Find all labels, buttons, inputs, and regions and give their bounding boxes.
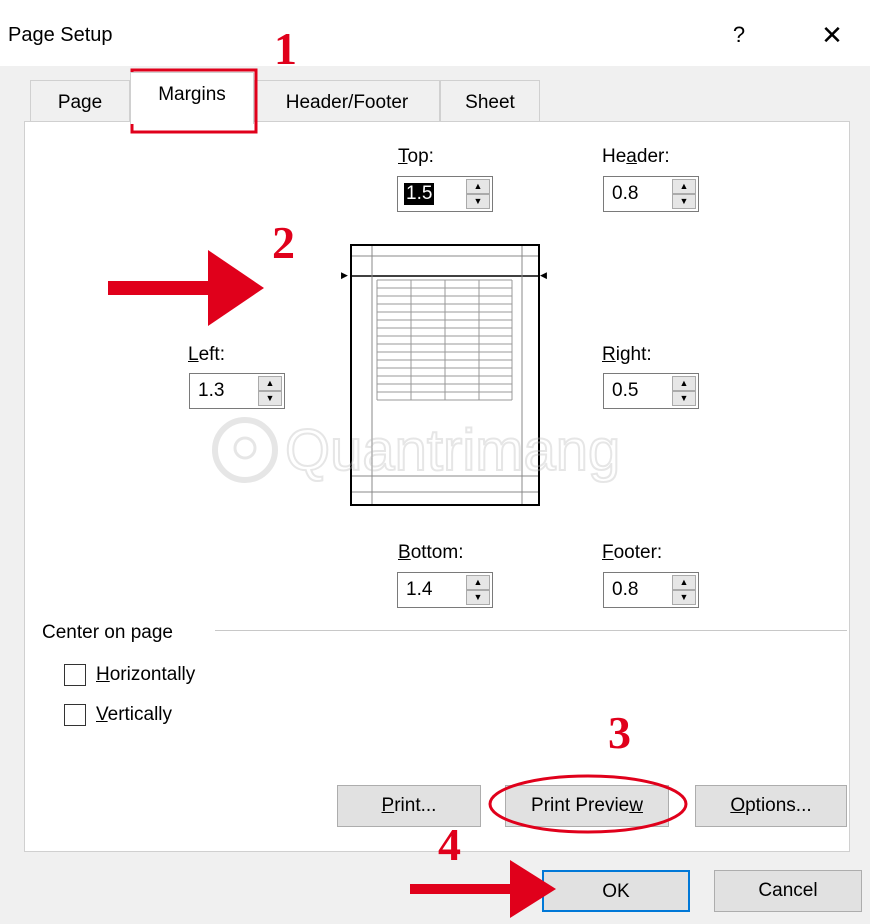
spin-down-icon[interactable]: ▼: [466, 590, 490, 605]
spin-up-icon[interactable]: ▲: [258, 376, 282, 391]
header-margin-value[interactable]: 0.8: [612, 183, 638, 205]
tab-page[interactable]: Page: [30, 80, 130, 122]
top-label: Top:: [398, 146, 434, 167]
page-preview: [350, 244, 540, 506]
options-button[interactable]: Options...: [695, 785, 847, 827]
margin-marker-right-icon: ◀: [540, 270, 547, 280]
spin-up-icon[interactable]: ▲: [672, 179, 696, 194]
title-bar: Page Setup ? ✕: [0, 0, 870, 66]
tab-header-footer-label: Header/Footer: [285, 92, 409, 113]
arrow-icon-4: [410, 860, 556, 918]
help-button[interactable]: ?: [722, 18, 756, 52]
tab-header-footer[interactable]: Header/Footer: [254, 80, 440, 122]
spin-down-icon[interactable]: ▼: [672, 590, 696, 605]
bottom-margin-value[interactable]: 1.4: [406, 579, 432, 601]
top-margin-value[interactable]: 1.5: [404, 183, 435, 205]
group-divider: [215, 630, 847, 631]
tab-sheet[interactable]: Sheet: [440, 80, 540, 122]
vertically-label[interactable]: Vertically: [96, 704, 172, 726]
spin-up-icon[interactable]: ▲: [672, 575, 696, 590]
footer-label: Footer:: [602, 542, 663, 563]
spin-down-icon[interactable]: ▼: [672, 391, 696, 406]
spin-down-icon[interactable]: ▼: [672, 194, 696, 209]
margin-marker-left-icon: ▶: [341, 270, 348, 280]
cancel-button[interactable]: Cancel: [714, 870, 862, 912]
horizontally-label[interactable]: Horizontally: [96, 664, 195, 686]
page-preview-graphic: [352, 246, 538, 504]
tab-sheet-label: Sheet: [465, 92, 515, 113]
header-label: Header:: [602, 146, 670, 167]
right-label: Right:: [602, 344, 652, 365]
close-button[interactable]: ✕: [812, 18, 852, 52]
bottom-margin-spinner[interactable]: 1.4 ▲ ▼: [397, 572, 493, 608]
spin-up-icon[interactable]: ▲: [466, 575, 490, 590]
left-margin-value[interactable]: 1.3: [198, 380, 224, 402]
tab-margins-label: Margins: [158, 84, 226, 105]
spin-up-icon[interactable]: ▲: [466, 179, 490, 194]
dialog-title: Page Setup: [8, 24, 113, 46]
tab-margins[interactable]: Margins: [130, 72, 254, 124]
print-preview-button[interactable]: Print Preview: [505, 785, 669, 827]
page-setup-dialog: Page Setup ? ✕ Page Margins Header/Foote…: [0, 0, 870, 924]
horizontally-checkbox[interactable]: [64, 664, 86, 686]
left-margin-spinner[interactable]: 1.3 ▲ ▼: [189, 373, 285, 409]
right-margin-spinner[interactable]: 0.5 ▲ ▼: [603, 373, 699, 409]
spin-up-icon[interactable]: ▲: [672, 376, 696, 391]
center-on-page-title: Center on page: [42, 622, 173, 643]
step-4-label: 4: [438, 819, 461, 870]
step-2-label: 2: [272, 217, 295, 268]
spin-down-icon[interactable]: ▼: [258, 391, 282, 406]
top-margin-spinner[interactable]: 1.5 ▲ ▼: [397, 176, 493, 212]
step-3-label: 3: [608, 707, 631, 758]
spin-down-icon[interactable]: ▼: [466, 194, 490, 209]
step-1-label: 1: [274, 23, 297, 74]
header-margin-spinner[interactable]: 0.8 ▲ ▼: [603, 176, 699, 212]
right-margin-value[interactable]: 0.5: [612, 380, 638, 402]
left-label: Left:: [188, 344, 225, 365]
vertically-checkbox[interactable]: [64, 704, 86, 726]
bottom-label: Bottom:: [398, 542, 464, 563]
tab-page-label: Page: [57, 92, 103, 113]
footer-margin-spinner[interactable]: 0.8 ▲ ▼: [603, 572, 699, 608]
footer-margin-value[interactable]: 0.8: [612, 579, 638, 601]
ok-button[interactable]: OK: [542, 870, 690, 912]
